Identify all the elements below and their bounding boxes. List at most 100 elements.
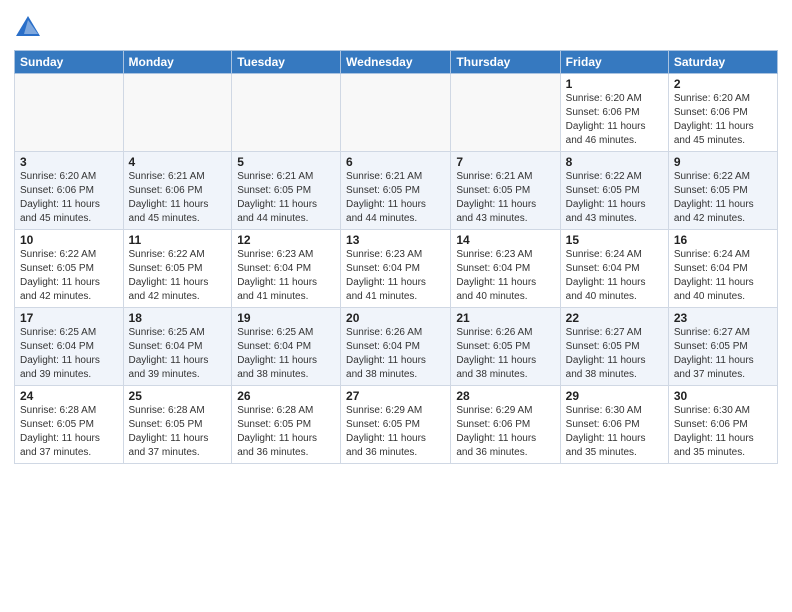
day-number: 21 <box>456 311 554 325</box>
calendar-table: SundayMondayTuesdayWednesdayThursdayFrid… <box>14 50 778 464</box>
day-info: Sunrise: 6:24 AM Sunset: 6:04 PM Dayligh… <box>674 248 772 304</box>
day-info: Sunrise: 6:30 AM Sunset: 6:06 PM Dayligh… <box>566 404 663 460</box>
calendar-cell: 7Sunrise: 6:21 AM Sunset: 6:05 PM Daylig… <box>451 152 560 230</box>
day-number: 24 <box>20 389 118 403</box>
day-number: 14 <box>456 233 554 247</box>
calendar-week-row: 3Sunrise: 6:20 AM Sunset: 6:06 PM Daylig… <box>15 152 778 230</box>
day-number: 26 <box>237 389 335 403</box>
calendar-cell: 19Sunrise: 6:25 AM Sunset: 6:04 PM Dayli… <box>232 308 341 386</box>
calendar-cell: 17Sunrise: 6:25 AM Sunset: 6:04 PM Dayli… <box>15 308 124 386</box>
weekday-header: Wednesday <box>341 51 451 74</box>
day-number: 4 <box>129 155 227 169</box>
calendar-cell: 20Sunrise: 6:26 AM Sunset: 6:04 PM Dayli… <box>341 308 451 386</box>
day-info: Sunrise: 6:24 AM Sunset: 6:04 PM Dayligh… <box>566 248 663 304</box>
day-info: Sunrise: 6:27 AM Sunset: 6:05 PM Dayligh… <box>674 326 772 382</box>
day-number: 1 <box>566 77 663 91</box>
day-info: Sunrise: 6:27 AM Sunset: 6:05 PM Dayligh… <box>566 326 663 382</box>
day-info: Sunrise: 6:25 AM Sunset: 6:04 PM Dayligh… <box>237 326 335 382</box>
calendar-cell: 21Sunrise: 6:26 AM Sunset: 6:05 PM Dayli… <box>451 308 560 386</box>
weekday-header: Saturday <box>668 51 777 74</box>
calendar-cell: 14Sunrise: 6:23 AM Sunset: 6:04 PM Dayli… <box>451 230 560 308</box>
day-number: 18 <box>129 311 227 325</box>
logo <box>14 14 46 42</box>
day-info: Sunrise: 6:20 AM Sunset: 6:06 PM Dayligh… <box>566 92 663 148</box>
day-number: 7 <box>456 155 554 169</box>
calendar-cell <box>451 74 560 152</box>
calendar-cell: 5Sunrise: 6:21 AM Sunset: 6:05 PM Daylig… <box>232 152 341 230</box>
day-info: Sunrise: 6:21 AM Sunset: 6:05 PM Dayligh… <box>346 170 445 226</box>
logo-icon <box>14 14 42 42</box>
day-info: Sunrise: 6:29 AM Sunset: 6:05 PM Dayligh… <box>346 404 445 460</box>
weekday-header: Monday <box>123 51 232 74</box>
day-number: 30 <box>674 389 772 403</box>
day-number: 9 <box>674 155 772 169</box>
weekday-header: Friday <box>560 51 668 74</box>
day-info: Sunrise: 6:22 AM Sunset: 6:05 PM Dayligh… <box>566 170 663 226</box>
calendar-cell: 2Sunrise: 6:20 AM Sunset: 6:06 PM Daylig… <box>668 74 777 152</box>
calendar-cell: 12Sunrise: 6:23 AM Sunset: 6:04 PM Dayli… <box>232 230 341 308</box>
calendar-cell: 4Sunrise: 6:21 AM Sunset: 6:06 PM Daylig… <box>123 152 232 230</box>
calendar-week-row: 1Sunrise: 6:20 AM Sunset: 6:06 PM Daylig… <box>15 74 778 152</box>
day-number: 8 <box>566 155 663 169</box>
calendar-week-row: 17Sunrise: 6:25 AM Sunset: 6:04 PM Dayli… <box>15 308 778 386</box>
day-info: Sunrise: 6:22 AM Sunset: 6:05 PM Dayligh… <box>20 248 118 304</box>
calendar-cell: 28Sunrise: 6:29 AM Sunset: 6:06 PM Dayli… <box>451 386 560 464</box>
day-info: Sunrise: 6:21 AM Sunset: 6:05 PM Dayligh… <box>237 170 335 226</box>
calendar-cell <box>15 74 124 152</box>
day-number: 28 <box>456 389 554 403</box>
day-info: Sunrise: 6:28 AM Sunset: 6:05 PM Dayligh… <box>20 404 118 460</box>
day-info: Sunrise: 6:22 AM Sunset: 6:05 PM Dayligh… <box>129 248 227 304</box>
day-number: 23 <box>674 311 772 325</box>
calendar-cell: 15Sunrise: 6:24 AM Sunset: 6:04 PM Dayli… <box>560 230 668 308</box>
day-number: 13 <box>346 233 445 247</box>
day-info: Sunrise: 6:23 AM Sunset: 6:04 PM Dayligh… <box>237 248 335 304</box>
calendar-cell: 13Sunrise: 6:23 AM Sunset: 6:04 PM Dayli… <box>341 230 451 308</box>
calendar-week-row: 24Sunrise: 6:28 AM Sunset: 6:05 PM Dayli… <box>15 386 778 464</box>
weekday-header: Sunday <box>15 51 124 74</box>
calendar-cell: 6Sunrise: 6:21 AM Sunset: 6:05 PM Daylig… <box>341 152 451 230</box>
day-number: 3 <box>20 155 118 169</box>
day-number: 22 <box>566 311 663 325</box>
day-info: Sunrise: 6:20 AM Sunset: 6:06 PM Dayligh… <box>674 92 772 148</box>
day-info: Sunrise: 6:21 AM Sunset: 6:06 PM Dayligh… <box>129 170 227 226</box>
day-number: 5 <box>237 155 335 169</box>
calendar-cell: 1Sunrise: 6:20 AM Sunset: 6:06 PM Daylig… <box>560 74 668 152</box>
day-number: 29 <box>566 389 663 403</box>
weekday-header: Thursday <box>451 51 560 74</box>
calendar-cell <box>123 74 232 152</box>
day-number: 2 <box>674 77 772 91</box>
day-number: 10 <box>20 233 118 247</box>
calendar-cell: 11Sunrise: 6:22 AM Sunset: 6:05 PM Dayli… <box>123 230 232 308</box>
day-number: 17 <box>20 311 118 325</box>
day-info: Sunrise: 6:29 AM Sunset: 6:06 PM Dayligh… <box>456 404 554 460</box>
calendar-cell <box>232 74 341 152</box>
day-number: 12 <box>237 233 335 247</box>
day-number: 6 <box>346 155 445 169</box>
calendar-cell: 10Sunrise: 6:22 AM Sunset: 6:05 PM Dayli… <box>15 230 124 308</box>
day-info: Sunrise: 6:23 AM Sunset: 6:04 PM Dayligh… <box>346 248 445 304</box>
calendar-cell: 9Sunrise: 6:22 AM Sunset: 6:05 PM Daylig… <box>668 152 777 230</box>
day-info: Sunrise: 6:25 AM Sunset: 6:04 PM Dayligh… <box>20 326 118 382</box>
page: SundayMondayTuesdayWednesdayThursdayFrid… <box>0 0 792 612</box>
day-number: 15 <box>566 233 663 247</box>
day-info: Sunrise: 6:21 AM Sunset: 6:05 PM Dayligh… <box>456 170 554 226</box>
day-info: Sunrise: 6:23 AM Sunset: 6:04 PM Dayligh… <box>456 248 554 304</box>
day-number: 19 <box>237 311 335 325</box>
day-number: 11 <box>129 233 227 247</box>
calendar-cell: 3Sunrise: 6:20 AM Sunset: 6:06 PM Daylig… <box>15 152 124 230</box>
day-info: Sunrise: 6:22 AM Sunset: 6:05 PM Dayligh… <box>674 170 772 226</box>
day-info: Sunrise: 6:28 AM Sunset: 6:05 PM Dayligh… <box>237 404 335 460</box>
calendar-cell: 22Sunrise: 6:27 AM Sunset: 6:05 PM Dayli… <box>560 308 668 386</box>
calendar-cell: 30Sunrise: 6:30 AM Sunset: 6:06 PM Dayli… <box>668 386 777 464</box>
day-info: Sunrise: 6:26 AM Sunset: 6:04 PM Dayligh… <box>346 326 445 382</box>
day-info: Sunrise: 6:26 AM Sunset: 6:05 PM Dayligh… <box>456 326 554 382</box>
calendar-cell <box>341 74 451 152</box>
calendar-week-row: 10Sunrise: 6:22 AM Sunset: 6:05 PM Dayli… <box>15 230 778 308</box>
day-info: Sunrise: 6:20 AM Sunset: 6:06 PM Dayligh… <box>20 170 118 226</box>
weekday-header: Tuesday <box>232 51 341 74</box>
day-number: 16 <box>674 233 772 247</box>
calendar-header-row: SundayMondayTuesdayWednesdayThursdayFrid… <box>15 51 778 74</box>
day-number: 27 <box>346 389 445 403</box>
calendar-cell: 24Sunrise: 6:28 AM Sunset: 6:05 PM Dayli… <box>15 386 124 464</box>
calendar-cell: 29Sunrise: 6:30 AM Sunset: 6:06 PM Dayli… <box>560 386 668 464</box>
